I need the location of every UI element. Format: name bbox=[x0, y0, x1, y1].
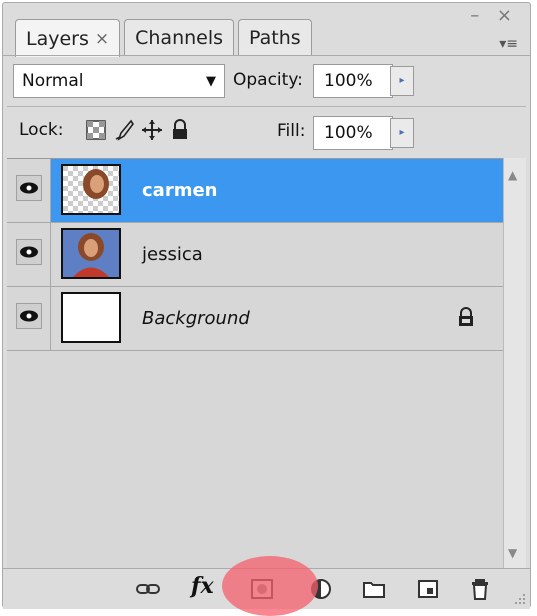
visibility-cell[interactable] bbox=[7, 223, 51, 286]
tab-channels-label: Channels bbox=[135, 26, 224, 49]
blend-mode-value: Normal bbox=[22, 71, 84, 91]
layers-panel: – × Layers × Channels Paths ▾≡ Normal ▼ … bbox=[2, 2, 531, 609]
visibility-cell[interactable] bbox=[7, 287, 51, 350]
new-group-icon[interactable] bbox=[361, 577, 387, 601]
tab-paths-label: Paths bbox=[249, 26, 301, 49]
layer-list: carmen jessica Background bbox=[7, 158, 503, 569]
eye-icon[interactable] bbox=[16, 239, 42, 265]
scroll-down-icon[interactable]: ▼ bbox=[508, 546, 517, 560]
divider bbox=[7, 106, 526, 107]
lock-all-icon[interactable] bbox=[169, 119, 191, 141]
layer-row-carmen[interactable]: carmen bbox=[7, 159, 503, 223]
window-controls[interactable]: – × bbox=[470, 5, 518, 26]
chevron-down-icon: ▼ bbox=[206, 74, 216, 89]
panel-tabs: Layers × Channels Paths bbox=[15, 19, 316, 57]
lock-position-icon[interactable] bbox=[141, 119, 163, 141]
lock-icon bbox=[459, 307, 473, 326]
layer-list-scrollbar[interactable]: ▲ ▼ bbox=[503, 158, 526, 568]
tab-layers-label: Layers bbox=[26, 27, 89, 50]
lock-label: Lock: bbox=[19, 120, 64, 140]
delete-layer-icon[interactable] bbox=[467, 577, 493, 601]
opacity-slider-button[interactable]: ▸ bbox=[390, 66, 414, 96]
blend-mode-select[interactable]: Normal ▼ bbox=[13, 64, 225, 98]
new-layer-icon[interactable] bbox=[415, 577, 441, 601]
panel-menu-icon[interactable]: ▾≡ bbox=[499, 36, 518, 52]
layer-row-jessica[interactable]: jessica bbox=[7, 223, 503, 287]
layer-thumbnail bbox=[61, 292, 121, 343]
tab-paths[interactable]: Paths bbox=[238, 19, 312, 55]
opacity-field[interactable]: 100% bbox=[313, 64, 393, 98]
layer-name[interactable]: carmen bbox=[142, 159, 217, 222]
eye-icon[interactable] bbox=[16, 175, 42, 201]
lock-transparent-pixels-icon[interactable] bbox=[85, 119, 107, 141]
layer-thumbnail bbox=[61, 164, 121, 215]
eye-icon[interactable] bbox=[16, 303, 42, 329]
scroll-up-icon[interactable]: ▲ bbox=[508, 168, 517, 182]
add-mask-highlight bbox=[222, 556, 318, 616]
fx-icon[interactable]: fx bbox=[191, 573, 214, 599]
fill-field[interactable]: 100% bbox=[313, 116, 393, 150]
tab-layers[interactable]: Layers × bbox=[15, 19, 121, 57]
opacity-label: Opacity: bbox=[233, 70, 303, 90]
layer-name[interactable]: jessica bbox=[142, 223, 203, 286]
lock-image-pixels-icon[interactable] bbox=[113, 119, 135, 141]
link-layers-icon[interactable] bbox=[135, 577, 161, 601]
fill-slider-button[interactable]: ▸ bbox=[390, 118, 414, 148]
fill-label: Fill: bbox=[277, 121, 306, 141]
tab-channels[interactable]: Channels bbox=[124, 19, 235, 55]
tab-divider bbox=[3, 55, 530, 56]
layer-name[interactable]: Background bbox=[142, 287, 250, 350]
close-icon[interactable]: × bbox=[95, 21, 109, 57]
layer-row-background[interactable]: Background bbox=[7, 287, 503, 351]
visibility-cell[interactable] bbox=[7, 159, 51, 222]
resize-grip-icon[interactable] bbox=[514, 593, 526, 605]
layer-thumbnail bbox=[61, 228, 121, 279]
